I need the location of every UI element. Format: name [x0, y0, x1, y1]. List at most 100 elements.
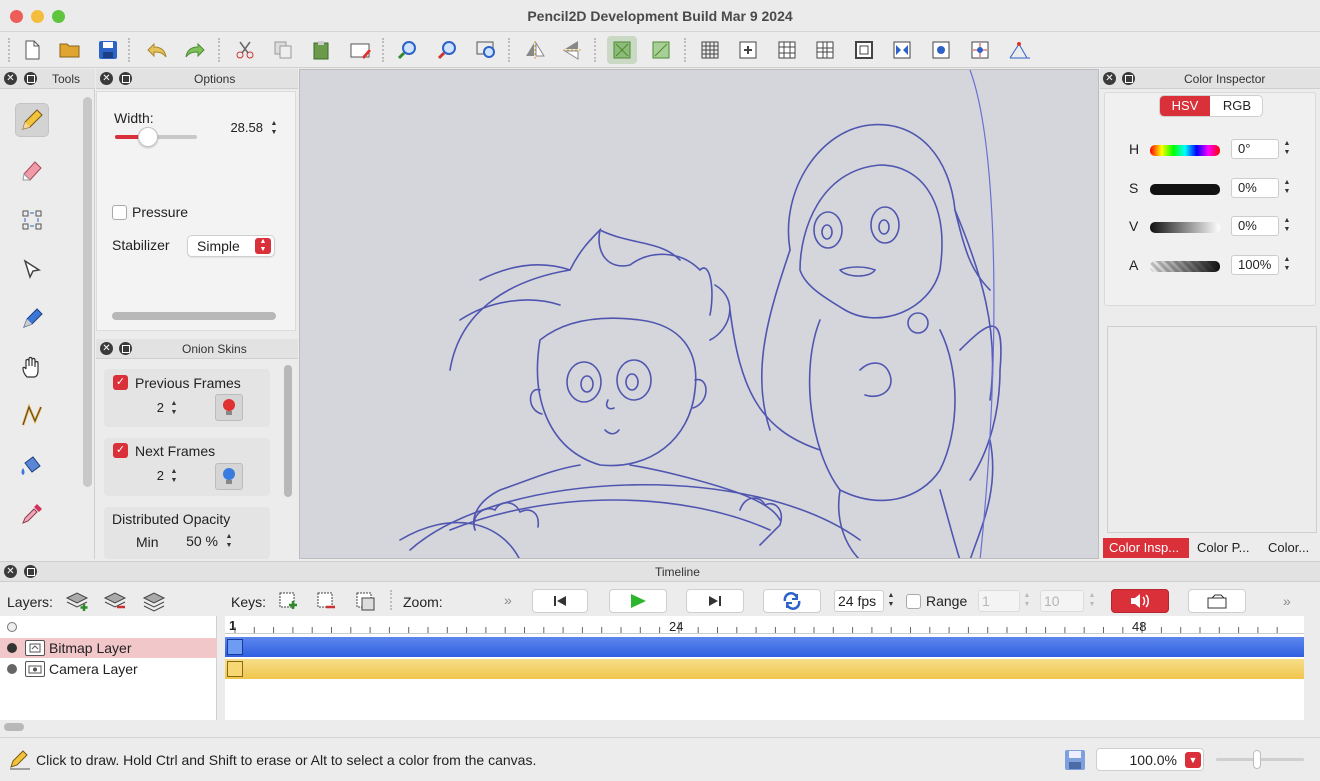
previous-frames-checkbox[interactable]: ✓ — [113, 375, 128, 390]
close-icon[interactable]: ✕ — [1103, 72, 1116, 85]
hue-input[interactable]: 0° — [1231, 139, 1279, 159]
hue-stepper[interactable]: ▲ ▼ — [1282, 139, 1292, 159]
goto-start-button[interactable] — [532, 589, 588, 613]
onion-previous-icon[interactable] — [607, 36, 637, 64]
zoom-slider[interactable] — [1216, 750, 1304, 769]
previous-frames-input[interactable]: 2 — [128, 399, 168, 419]
close-icon[interactable]: ✕ — [100, 342, 113, 355]
remove-key-icon[interactable] — [316, 591, 338, 614]
saturation-slider[interactable] — [1150, 184, 1220, 195]
tab-rgb[interactable]: RGB — [1211, 96, 1262, 116]
range-end-stepper[interactable]: ▲ ▼ — [1087, 591, 1097, 611]
min-opacity-input[interactable]: 50 % — [172, 532, 222, 552]
layer-row-bitmap[interactable]: Bitmap Layer — [0, 638, 217, 658]
next-frames-checkbox[interactable]: ✓ — [113, 443, 128, 458]
alpha-slider[interactable] — [1150, 261, 1220, 272]
hand-tool-icon[interactable] — [15, 351, 49, 385]
pen-tool-icon[interactable] — [15, 301, 49, 335]
duplicate-key-icon[interactable] — [355, 591, 377, 614]
camera-layer-track[interactable] — [225, 659, 1304, 679]
add-key-icon[interactable] — [278, 591, 300, 614]
copy-icon[interactable] — [268, 36, 298, 64]
frame-ruler[interactable]: 1 24 48 — [225, 616, 1304, 634]
layer-name[interactable]: Bitmap Layer — [49, 640, 131, 656]
tab-hsv[interactable]: HSV — [1160, 96, 1210, 116]
loop-button[interactable] — [763, 589, 821, 613]
value-slider[interactable] — [1150, 222, 1220, 233]
width-slider[interactable] — [115, 127, 197, 147]
drawing-canvas[interactable] — [299, 69, 1099, 559]
flip-vertical-icon[interactable] — [558, 36, 588, 64]
sound-toggle-button[interactable] — [1111, 589, 1169, 613]
clear-frame-icon[interactable] — [346, 36, 376, 64]
next-color-button[interactable] — [215, 463, 243, 490]
overflow-chevron-icon[interactable]: » — [1283, 593, 1291, 609]
cut-icon[interactable] — [230, 36, 260, 64]
zoom-slider-knob[interactable] — [1253, 750, 1261, 769]
width-slider-knob[interactable] — [137, 127, 158, 147]
more-chevron-icon[interactable]: » — [504, 592, 512, 608]
options-horizontal-scrollbar[interactable] — [112, 312, 276, 320]
bucket-tool-icon[interactable] — [15, 449, 49, 483]
min-opacity-stepper[interactable]: ▲ ▼ — [224, 532, 234, 552]
overlay-icon[interactable] — [965, 36, 995, 64]
tab-color-palette[interactable]: Color P... — [1191, 538, 1261, 558]
previous-color-button[interactable] — [215, 394, 243, 421]
save-icon[interactable] — [93, 36, 123, 64]
tab-color-inspector[interactable]: Color Insp... — [1103, 538, 1189, 558]
goto-end-button[interactable] — [686, 589, 744, 613]
horizontal-mirror-icon[interactable] — [887, 36, 917, 64]
flip-horizontal-icon[interactable] — [520, 36, 550, 64]
visibility-icon[interactable] — [7, 664, 17, 674]
float-icon[interactable] — [119, 72, 132, 85]
keyframe[interactable] — [227, 639, 243, 655]
range-start-input[interactable]: 1 — [978, 590, 1020, 612]
range-end-input[interactable]: 10 — [1040, 590, 1084, 612]
value-input[interactable]: 0% — [1231, 216, 1279, 236]
visibility-icon[interactable] — [7, 643, 17, 653]
float-icon[interactable] — [1122, 72, 1135, 85]
fps-stepper[interactable]: ▲ ▼ — [886, 591, 896, 611]
eyedropper-tool-icon[interactable] — [15, 497, 49, 531]
float-icon[interactable] — [24, 565, 37, 578]
polyline-tool-icon[interactable] — [15, 399, 49, 433]
open-folder-icon[interactable] — [55, 36, 85, 64]
zoom-fit-icon[interactable] — [472, 36, 502, 64]
timeline-tracks[interactable]: 1 24 48 — [225, 616, 1304, 720]
alpha-input[interactable]: 100% — [1231, 255, 1279, 275]
value-stepper[interactable]: ▲ ▼ — [1282, 216, 1292, 236]
perspective-icon[interactable] — [1005, 36, 1035, 64]
visibility-all-icon[interactable] — [7, 622, 17, 632]
stabilizer-select[interactable]: Simple ▲ ▼ — [187, 235, 275, 257]
onion-scrollbar[interactable] — [284, 365, 292, 497]
vertical-mirror-icon[interactable] — [926, 36, 956, 64]
layer-name[interactable]: Camera Layer — [49, 661, 138, 677]
layer-row-camera[interactable]: Camera Layer — [0, 659, 217, 679]
previous-frames-stepper[interactable]: ▲ ▼ — [169, 399, 179, 419]
safe-area-icon[interactable] — [849, 36, 879, 64]
hue-slider[interactable] — [1150, 145, 1220, 156]
pencil-tool-icon[interactable] — [15, 103, 49, 137]
play-button[interactable] — [609, 589, 667, 613]
center-marker-icon[interactable] — [733, 36, 763, 64]
saturation-input[interactable]: 0% — [1231, 178, 1279, 198]
float-icon[interactable] — [24, 72, 37, 85]
grid-icon[interactable] — [695, 36, 725, 64]
paste-icon[interactable] — [306, 36, 336, 64]
alpha-stepper[interactable]: ▲ ▼ — [1282, 255, 1292, 275]
pressure-checkbox[interactable] — [112, 205, 127, 220]
onion-next-icon[interactable] — [646, 36, 676, 64]
float-icon[interactable] — [119, 342, 132, 355]
range-checkbox[interactable] — [906, 594, 921, 609]
zoom-select[interactable]: 100.0% ▼ — [1096, 748, 1204, 771]
tab-color-wheel[interactable]: Color... — [1262, 538, 1320, 558]
keyframe[interactable] — [227, 661, 243, 677]
zoom-in-icon[interactable] — [392, 36, 422, 64]
width-stepper[interactable]: ▲ ▼ — [269, 119, 279, 139]
golden-ratio-icon[interactable] — [810, 36, 840, 64]
tools-scrollbar[interactable] — [83, 97, 92, 487]
fps-input[interactable]: 24 fps — [834, 590, 884, 612]
range-start-stepper[interactable]: ▲ ▼ — [1022, 591, 1032, 611]
eraser-tool-icon[interactable] — [15, 153, 49, 187]
move-tool-icon[interactable] — [15, 253, 49, 287]
